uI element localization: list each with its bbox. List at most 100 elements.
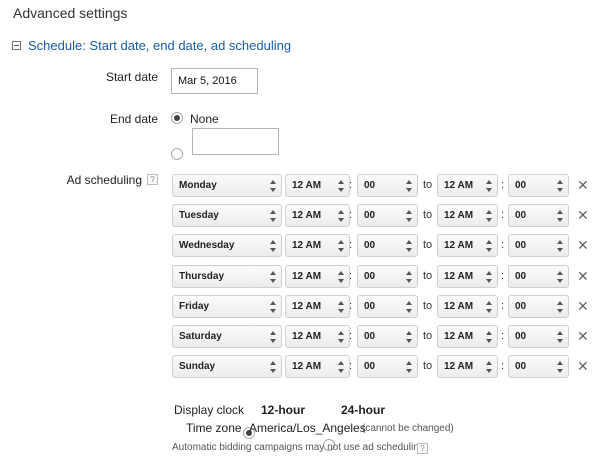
colon-separator: : [349,179,353,191]
day-select[interactable]: Monday [172,174,282,197]
from-hour-select[interactable]: 12 AM [285,174,350,197]
select-arrows-icon [486,301,492,313]
from-minute-select-value: 00 [364,180,376,191]
select-arrows-icon [486,180,492,192]
day-select[interactable]: Saturday [172,325,282,348]
from-minute-select-value: 00 [364,361,376,372]
from-minute-select[interactable]: 00 [357,204,418,227]
colon-separator: : [501,239,505,251]
display-clock-label: Display clock [174,403,245,417]
day-select[interactable]: Sunday [172,355,282,378]
end-date-custom-radio[interactable] [171,148,183,160]
colon-separator: : [349,209,353,221]
from-minute-select[interactable]: 00 [357,174,418,197]
select-arrows-icon [270,361,276,373]
to-minute-select[interactable]: 00 [508,204,569,227]
time-zone-value: America/Los_Angeles [249,421,366,435]
to-minute-select[interactable]: 00 [508,174,569,197]
start-date-value: Mar 5, 2016 [178,75,237,87]
remove-row-close-icon[interactable]: ✕ [577,178,589,192]
to-minute-select-value: 00 [515,210,527,221]
from-hour-select-value: 12 AM [292,301,322,312]
to-hour-select-value: 12 AM [444,180,474,191]
to-minute-select[interactable]: 00 [508,355,569,378]
to-hour-select-value: 12 AM [444,301,474,312]
from-hour-select[interactable]: 12 AM [285,295,350,318]
to-hour-select[interactable]: 12 AM [437,325,498,348]
to-hour-select[interactable]: 12 AM [437,234,498,257]
colon-separator: : [501,209,505,221]
footer-help-icon[interactable]: ? [417,443,428,454]
colon-separator: : [349,270,353,282]
from-hour-select[interactable]: 12 AM [285,234,350,257]
from-hour-select[interactable]: 12 AM [285,204,350,227]
from-minute-select[interactable]: 00 [357,265,418,288]
to-minute-select-value: 00 [515,180,527,191]
to-hour-select[interactable]: 12 AM [437,204,498,227]
remove-row-close-icon[interactable]: ✕ [577,238,589,252]
time-zone-note: (cannot be changed) [362,423,454,434]
clock-24-label: 24-hour [341,403,386,417]
from-hour-select[interactable]: 12 AM [285,355,350,378]
page-title: Advanced settings [13,5,128,21]
remove-row-close-icon[interactable]: ✕ [577,299,589,313]
to-hour-select-value: 12 AM [444,361,474,372]
select-arrows-icon [557,271,563,283]
select-arrows-icon [270,240,276,252]
schedule-section-header[interactable]: Schedule: Start date, end date, ad sched… [12,38,291,53]
to-hour-select[interactable]: 12 AM [437,295,498,318]
day-select[interactable]: Friday [172,295,282,318]
day-select-value: Sunday [179,361,216,372]
end-date-none-radio[interactable] [171,112,183,124]
from-minute-select[interactable]: 00 [357,355,418,378]
to-label: to [423,270,433,282]
from-minute-select-value: 00 [364,301,376,312]
day-select[interactable]: Tuesday [172,204,282,227]
day-select[interactable]: Thursday [172,265,282,288]
select-arrows-icon [557,180,563,192]
to-minute-select[interactable]: 00 [508,325,569,348]
from-minute-select-value: 00 [364,331,376,342]
remove-row-close-icon[interactable]: ✕ [577,329,589,343]
from-hour-select-value: 12 AM [292,271,322,282]
from-minute-select[interactable]: 00 [357,295,418,318]
remove-row-close-icon[interactable]: ✕ [577,269,589,283]
select-arrows-icon [406,210,412,222]
end-date-input[interactable] [192,128,279,155]
select-arrows-icon [557,210,563,222]
to-hour-select[interactable]: 12 AM [437,265,498,288]
to-label: to [423,179,433,191]
end-date-label: End date [109,112,158,126]
from-hour-select-value: 12 AM [292,331,322,342]
remove-row-close-icon[interactable]: ✕ [577,359,589,373]
from-hour-select[interactable]: 12 AM [285,265,350,288]
day-select-value: Friday [179,301,210,312]
to-label: to [423,300,433,312]
to-minute-select[interactable]: 00 [508,234,569,257]
colon-separator: : [501,360,505,372]
select-arrows-icon [406,271,412,283]
collapse-icon[interactable] [12,41,21,50]
to-hour-select[interactable]: 12 AM [437,355,498,378]
select-arrows-icon [338,180,344,192]
schedule-section-title[interactable]: Schedule: Start date, end date, ad sched… [28,38,291,53]
to-hour-select-value: 12 AM [444,271,474,282]
select-arrows-icon [486,361,492,373]
from-minute-select[interactable]: 00 [357,234,418,257]
select-arrows-icon [486,240,492,252]
help-icon[interactable]: ? [147,174,158,185]
to-label: to [423,239,433,251]
start-date-input[interactable]: Mar 5, 2016 [171,68,258,94]
select-arrows-icon [338,331,344,343]
end-date-none-label: None [190,112,219,126]
to-minute-select[interactable]: 00 [508,265,569,288]
to-hour-select[interactable]: 12 AM [437,174,498,197]
colon-separator: : [501,270,505,282]
from-hour-select-value: 12 AM [292,180,322,191]
day-select[interactable]: Wednesday [172,234,282,257]
colon-separator: : [349,239,353,251]
to-minute-select[interactable]: 00 [508,295,569,318]
remove-row-close-icon[interactable]: ✕ [577,208,589,222]
from-hour-select[interactable]: 12 AM [285,325,350,348]
from-minute-select[interactable]: 00 [357,325,418,348]
